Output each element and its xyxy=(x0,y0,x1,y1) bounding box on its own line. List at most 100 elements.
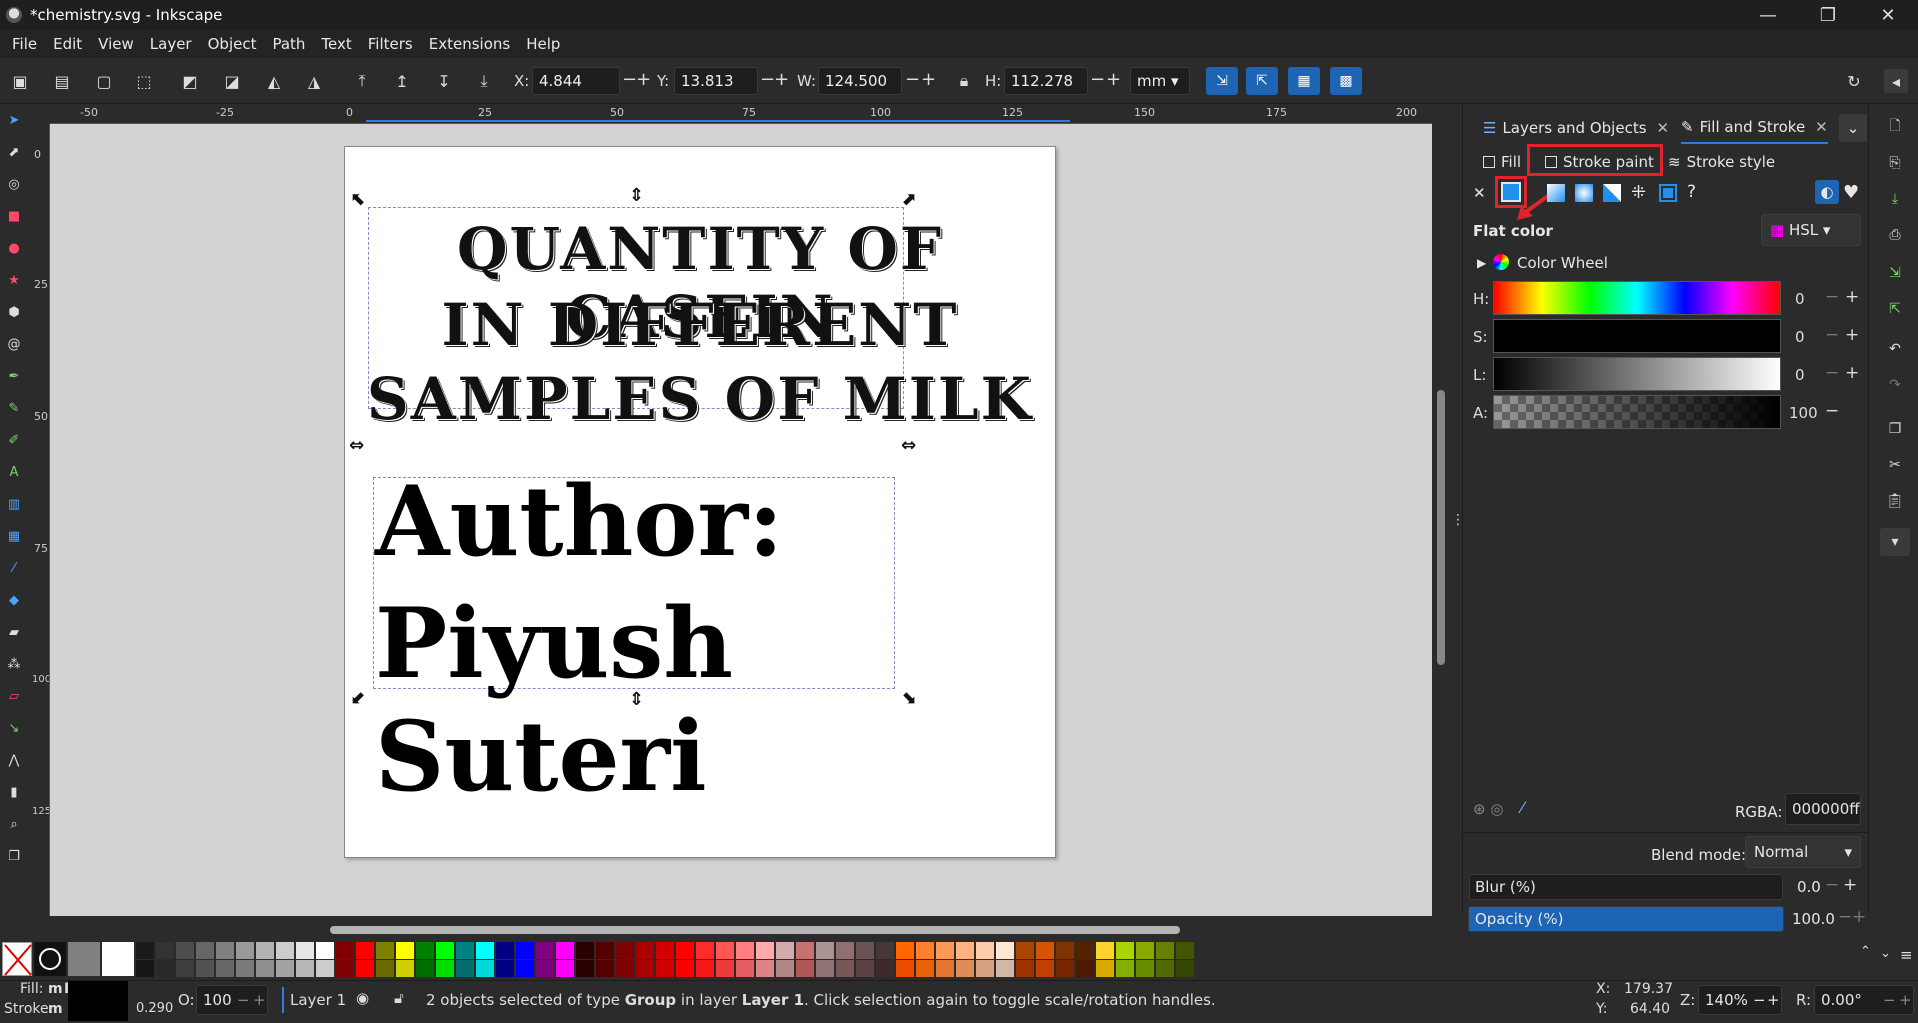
opacity-short-input[interactable]: 100− + xyxy=(196,985,268,1015)
import-icon[interactable]: ⇲ xyxy=(1886,264,1904,282)
scale-corners-button[interactable]: ⇱ xyxy=(1246,67,1278,95)
horizontal-scrollbar[interactable] xyxy=(330,926,1180,934)
color-swatch[interactable] xyxy=(1156,942,1174,959)
tweak-shape-tool-icon[interactable]: ▰ xyxy=(4,622,24,642)
resize-handle-sw[interactable]: ⬋ xyxy=(351,689,366,707)
color-swatch[interactable] xyxy=(556,960,574,977)
lightness-increment[interactable]: + xyxy=(1845,363,1859,383)
color-swatch[interactable] xyxy=(1156,960,1174,977)
resize-handle-se[interactable]: ⬊ xyxy=(901,689,916,707)
cut-icon[interactable]: ✂ xyxy=(1886,456,1904,474)
expand-triangle-icon[interactable]: ▶ xyxy=(1477,256,1486,270)
hue-decrement[interactable]: − xyxy=(1825,287,1839,307)
color-swatch[interactable] xyxy=(336,942,354,959)
menu-path[interactable]: Path xyxy=(264,35,313,53)
hue-slider[interactable] xyxy=(1493,281,1781,315)
menu-filters[interactable]: Filters xyxy=(360,35,421,53)
zoom-in-button[interactable]: + xyxy=(1767,991,1780,1009)
layer-lock-icon[interactable]: 🔓︎ xyxy=(394,989,404,1007)
color-swatch[interactable] xyxy=(1176,960,1194,977)
pages-tool-icon[interactable]: ❐ xyxy=(4,846,24,866)
width-input[interactable]: 124.500 xyxy=(818,67,902,95)
color-swatch[interactable] xyxy=(836,942,854,959)
color-swatch[interactable] xyxy=(176,942,194,959)
rgba-input[interactable]: 000000ff xyxy=(1785,793,1861,825)
color-swatch[interactable] xyxy=(276,942,294,959)
color-swatch[interactable] xyxy=(1016,960,1034,977)
alpha-value[interactable]: 100 xyxy=(1789,404,1818,422)
resize-handle-ne[interactable]: ⬈ xyxy=(901,191,916,209)
height-input[interactable]: 112.278 xyxy=(1004,67,1088,95)
fill-tab[interactable]: Fill xyxy=(1483,146,1521,178)
fill-rule-evenodd-icon[interactable]: ◐ xyxy=(1815,180,1839,204)
color-swatch[interactable] xyxy=(1076,942,1094,959)
color-swatch[interactable] xyxy=(516,960,534,977)
color-swatch[interactable] xyxy=(316,942,334,959)
select-all-layers-icon[interactable]: ▤ xyxy=(50,69,74,93)
deselect-icon[interactable]: ▢ xyxy=(92,69,116,93)
stroke-style-tab[interactable]: ≋ Stroke style xyxy=(1668,146,1775,178)
opacity-value[interactable]: 100.0 xyxy=(1792,910,1835,928)
maximize-button[interactable]: ❐ xyxy=(1798,0,1858,30)
palette-scroll-up-icon[interactable]: ⌃ xyxy=(1860,944,1871,959)
menu-text[interactable]: Text xyxy=(313,35,359,53)
spray-tool-icon[interactable]: ⁂ xyxy=(4,654,24,674)
color-wheel-label[interactable]: Color Wheel xyxy=(1517,254,1608,272)
color-swatch[interactable] xyxy=(956,960,974,977)
fill-stroke-preview[interactable] xyxy=(68,981,128,1021)
lightness-slider[interactable] xyxy=(1493,357,1781,391)
color-swatch[interactable] xyxy=(236,942,254,959)
color-swatch[interactable] xyxy=(856,942,874,959)
fill-rule-nonzero-icon[interactable]: ♥ xyxy=(1843,182,1859,203)
color-swatch[interactable] xyxy=(196,960,214,977)
color-swatch[interactable] xyxy=(576,942,594,959)
author-label[interactable]: Author: xyxy=(375,465,783,578)
x-increment-button[interactable]: + xyxy=(636,69,651,90)
x-decrement-button[interactable]: − xyxy=(622,69,637,90)
color-swatch[interactable] xyxy=(936,942,954,959)
color-swatch[interactable] xyxy=(616,960,634,977)
color-swatch[interactable] xyxy=(136,960,154,977)
resize-handle-e[interactable]: ⇔ xyxy=(901,437,916,455)
color-swatch[interactable] xyxy=(916,942,934,959)
color-swatch[interactable] xyxy=(156,960,174,977)
title-line-2[interactable]: IN DIFFERENT xyxy=(345,291,1055,359)
color-swatch[interactable] xyxy=(856,960,874,977)
mesh-gradient-icon[interactable] xyxy=(1603,184,1621,202)
spiral-tool-icon[interactable]: @ xyxy=(4,334,24,354)
color-swatch[interactable] xyxy=(456,942,474,959)
color-swatch[interactable] xyxy=(1096,960,1114,977)
lpe-tool-icon[interactable]: ⋀ xyxy=(4,750,24,770)
collapse-toolbar-icon[interactable]: ◂ xyxy=(1884,69,1908,93)
w-increment-button[interactable]: + xyxy=(921,69,936,90)
copy-icon[interactable]: ❐ xyxy=(1886,420,1904,438)
w-decrement-button[interactable]: − xyxy=(905,69,920,90)
paste-icon[interactable]: 📋︎ xyxy=(1886,492,1904,510)
select-same-icon[interactable]: ⬚ xyxy=(132,69,156,93)
rotation-input[interactable]: 0.00° − + xyxy=(1814,985,1914,1015)
color-swatch[interactable] xyxy=(596,942,614,959)
paint-bucket-tool-icon[interactable]: ◆ xyxy=(4,590,24,610)
save-icon[interactable]: ⤓ xyxy=(1886,190,1904,208)
color-swatch[interactable] xyxy=(796,960,814,977)
color-managed-icon[interactable]: ⊛ ◎ xyxy=(1473,800,1503,818)
color-swatch[interactable] xyxy=(296,942,314,959)
h-decrement-button[interactable]: − xyxy=(1090,69,1105,90)
blur-increment[interactable]: + xyxy=(1843,875,1857,895)
measure-tool-icon[interactable]: ▮ xyxy=(4,782,24,802)
saturation-increment[interactable]: + xyxy=(1845,325,1859,345)
color-swatch[interactable] xyxy=(636,960,654,977)
color-swatch[interactable] xyxy=(876,960,894,977)
menu-extensions[interactable]: Extensions xyxy=(421,35,518,53)
color-swatch[interactable] xyxy=(656,960,674,977)
color-swatch[interactable] xyxy=(776,960,794,977)
menu-object[interactable]: Object xyxy=(200,35,265,53)
dropper-tool-icon[interactable]: ⁄ xyxy=(4,558,24,578)
flip-vertical-icon[interactable]: ◮ xyxy=(302,69,326,93)
close-tab-icon[interactable]: ✕ xyxy=(1657,119,1670,137)
white-swatch[interactable] xyxy=(102,942,134,976)
color-swatch[interactable] xyxy=(1116,960,1134,977)
color-swatch[interactable] xyxy=(676,960,694,977)
color-swatch[interactable] xyxy=(976,960,994,977)
open-icon[interactable]: ⎘ xyxy=(1886,154,1904,172)
